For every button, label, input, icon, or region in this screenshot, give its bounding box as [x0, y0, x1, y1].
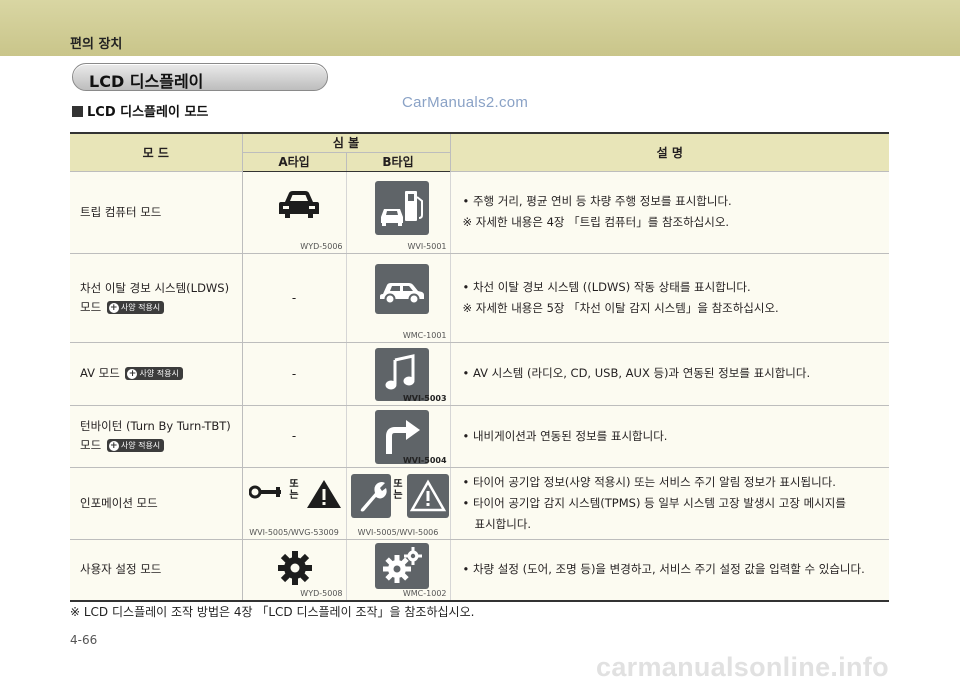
mode-text: 모드 [80, 299, 102, 314]
or-text: 또는 [289, 478, 299, 501]
symbol-code: WVI-5001 [407, 241, 447, 251]
plus-icon: + [108, 302, 119, 313]
symbol-code: WMC-1001 [402, 330, 447, 340]
table-row: 사용자 설정 모드 WYD-5008 WMC-1002 • 차량 설정 (도어,… [70, 539, 890, 602]
description-cell: • 차량 설정 (도어, 조명 등)을 변경하고, 서비스 주기 설정 값을 입… [450, 539, 890, 602]
empty-dash: - [291, 290, 297, 305]
symbol-b-cell: WVI-5003 [346, 342, 451, 406]
description-line: • 타이어 공기압 감지 시스템(TPMS) 등 일부 시스템 고장 발생시 고… [462, 495, 846, 510]
symbol-b-cell: WVI-5004 [346, 405, 451, 468]
symbol-code: WYD-5008 [300, 589, 343, 598]
symbol-a-cell: WYD-5008 [242, 539, 347, 602]
page-number: 4-66 [70, 633, 98, 647]
symbol-a-cell: WYD-5006 [242, 171, 347, 254]
symbol-code: WVI-5005/WVG-53009 [249, 527, 339, 537]
description-cell: • 주행 거리, 평균 연비 등 차량 주행 정보를 표시합니다. ※ 자세한 … [450, 171, 890, 254]
subheading-text: LCD 디스플레이 모드 [87, 105, 209, 120]
mode-cell: 인포메이션 모드 [70, 467, 243, 540]
symbol-b-cell: WMC-1002 [346, 539, 451, 602]
description-cell: • AV 시스템 (라디오, CD, USB, AUX 등)과 연동된 정보를 … [450, 342, 890, 406]
car-fuel-pump-icon [374, 180, 429, 235]
symbol-code: WVI-5005/WVI-5006 [357, 527, 439, 537]
symbol-a-cell: - [242, 405, 347, 468]
table-row: 턴바이턴 (Turn By Turn-TBT) 모드 + 사양 적용시 - WVI… [70, 405, 890, 468]
warning-triangle-icon [406, 473, 449, 518]
mode-cell: 차선 이탈 경보 시스템(LDWS) 모드 + 사양 적용시 [70, 253, 243, 343]
description-note: ※ 자세한 내용은 4장 「트립 컴퓨터」를 참조하십시오. [462, 215, 730, 229]
description-cell: • 타이어 공기압 정보(사양 적용시) 또는 서비스 주기 알림 정보가 표시… [450, 467, 890, 540]
title-pill-text: LCD 디스플레이 [89, 72, 204, 91]
description-cell: • 내비게이션과 연동된 정보를 표시합니다. [450, 405, 890, 468]
description-note: ※ 자세한 내용은 5장 「차선 이탈 감지 시스템」을 참조하십시오. [462, 300, 779, 315]
header-type-a: A타입 [242, 152, 347, 172]
mode-text: 모드 [80, 438, 102, 452]
square-bullet-icon [72, 106, 83, 117]
car-side-icon [374, 263, 429, 314]
option-badge: + 사양 적용시 [106, 439, 165, 452]
mode-text: 턴바이턴 (Turn By Turn-TBT) [80, 419, 231, 433]
symbol-code: WVI-5003 [402, 393, 447, 403]
symbol-a-cell: 또는 WVI-5005/WVG-53009 [242, 467, 347, 540]
symbol-a-cell: - [242, 342, 347, 406]
symbol-code: WVI-5004 [402, 455, 447, 465]
description-line: • 차선 이탈 경보 시스템 ((LDWS) 작동 상태를 표시합니다. [462, 279, 751, 294]
mode-cell: 사용자 설정 모드 [70, 539, 243, 602]
plus-icon: + [108, 441, 119, 451]
wrench-icon [350, 473, 391, 518]
symbol-code: WMC-1002 [402, 589, 447, 598]
mode-text: 차선 이탈 경보 시스템(LDWS) [80, 280, 230, 295]
wrench-icon [248, 485, 281, 498]
option-badge: + 사양 적용시 [106, 300, 165, 314]
header-mode: 모 드 [70, 132, 243, 172]
option-badge: + 사양 적용시 [125, 367, 183, 380]
table-row: 트립 컴퓨터 모드 WYD-5006 WVI-5001 • 주행 거리, 평균 … [70, 171, 890, 254]
modes-table: 모 드 심 볼 설 명 A타입 B타입 트립 컴퓨터 모드 WYD-5006 W… [70, 132, 890, 602]
description-line: 표시합니다. [474, 516, 532, 531]
description-line: • 차량 설정 (도어, 조명 등)을 변경하고, 서비스 주기 설정 값을 입… [462, 562, 865, 577]
mode-cell: 턴바이턴 (Turn By Turn-TBT) 모드 + 사양 적용시 [70, 405, 243, 468]
plus-icon: + [127, 369, 138, 379]
symbol-b-cell: 또는 WVI-5005/WVI-5006 [346, 467, 451, 540]
table-row: 인포메이션 모드 또는 WVI-5005/WVG-53009 또 는 WVI-5… [70, 467, 890, 540]
subheading: LCD 디스플레이 모드 [72, 101, 208, 120]
section-header: 편의 장치 [70, 37, 123, 52]
mode-cell: AV 모드 + 사양 적용시 [70, 342, 243, 406]
table-row: 차선 이탈 경보 시스템(LDWS) 모드 + 사양 적용시 - WMC-1001 [70, 253, 890, 343]
symbol-b-cell: WMC-1001 [346, 253, 451, 343]
gear-icon [277, 550, 312, 585]
gears-icon [374, 542, 429, 589]
mode-cell: 트립 컴퓨터 모드 [70, 171, 243, 254]
mode-text: AV 모드 [80, 366, 120, 380]
table-row: AV 모드 + 사양 적용시 - WVI-5003 • AV 시스템 (라디오, … [70, 342, 890, 406]
header-description: 설 명 [450, 132, 890, 172]
empty-dash: - [291, 366, 297, 381]
description-line: • 타이어 공기압 정보(사양 적용시) 또는 서비스 주기 알림 정보가 표시… [462, 474, 836, 489]
description-line: • 내비게이션과 연동된 정보를 표시합니다. [462, 428, 668, 443]
empty-dash: - [291, 429, 297, 443]
description-line: • AV 시스템 (라디오, CD, USB, AUX 등)과 연동된 정보를 … [462, 366, 811, 380]
or-text: 또는 [393, 478, 403, 501]
site-watermark: carmanualsonline.info [596, 652, 889, 682]
symbol-b-cell: WVI-5001 [346, 171, 451, 254]
symbol-a-cell: - [242, 253, 347, 343]
description-cell: • 차선 이탈 경보 시스템 ((LDWS) 작동 상태를 표시합니다. ※ 자… [450, 253, 890, 343]
top-band [0, 0, 960, 56]
header-symbol: 심 볼 [242, 132, 451, 153]
description-line: • 주행 거리, 평균 연비 등 차량 주행 정보를 표시합니다. [462, 194, 732, 208]
title-pill: LCD 디스플레이 [72, 63, 328, 91]
watermark: CarManuals2.com [402, 94, 529, 111]
header-type-b: B타입 [346, 152, 451, 172]
symbol-code: WYD-5006 [300, 241, 343, 251]
car-front-icon [278, 190, 319, 218]
footnote: ※ LCD 디스플레이 조작 방법은 4장 「LCD 디스플레이 조작」을 참조… [70, 605, 475, 619]
warning-triangle-icon [306, 479, 341, 508]
